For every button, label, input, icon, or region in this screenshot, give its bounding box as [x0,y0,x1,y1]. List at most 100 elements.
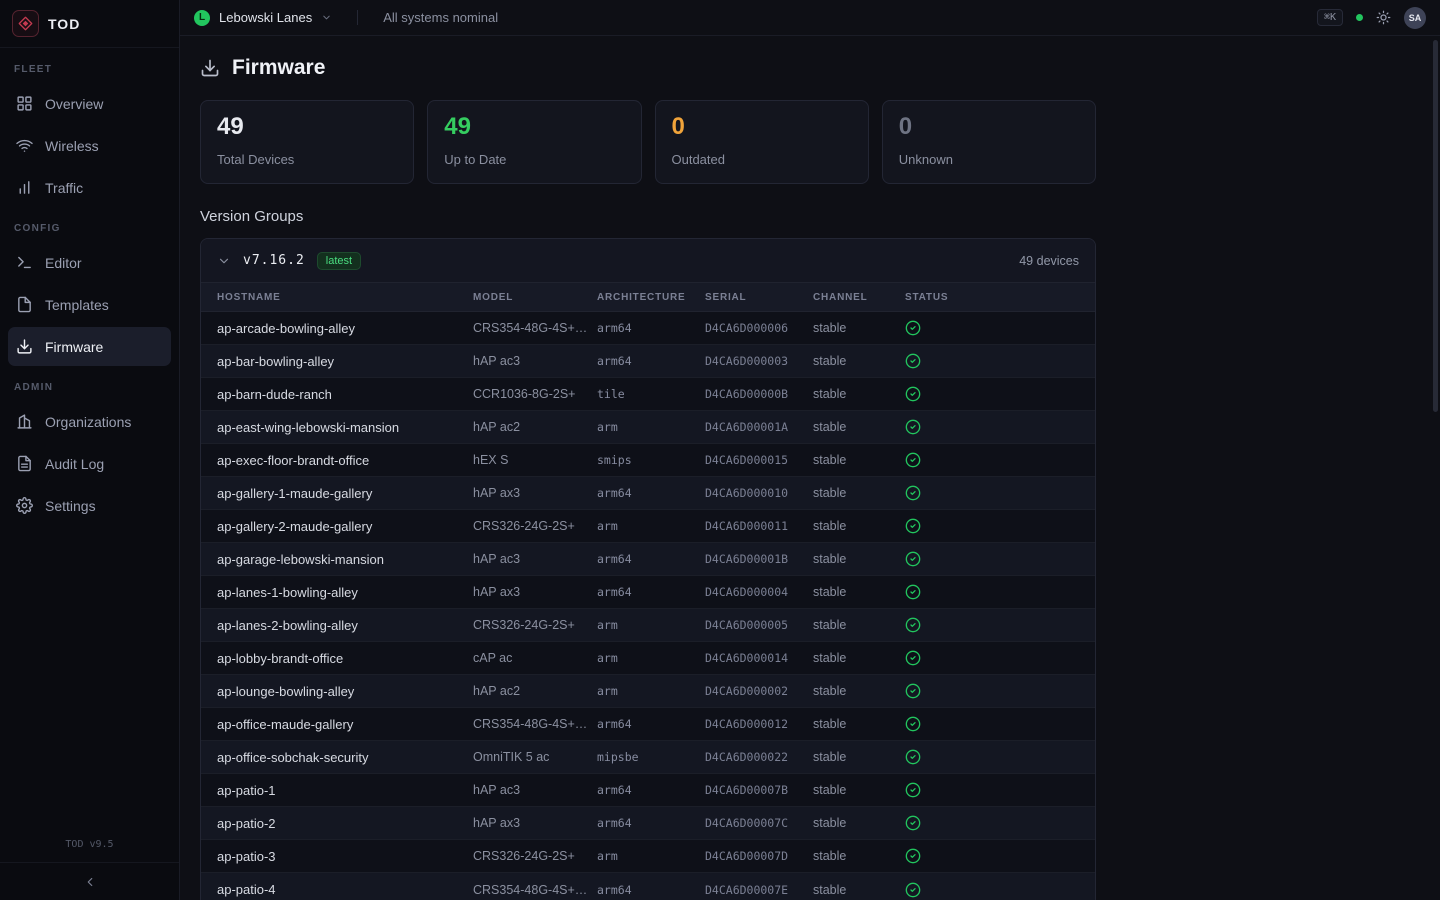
device-status-ok [905,617,1079,633]
device-model: hAP ax3 [473,585,597,599]
device-channel: stable [813,486,905,500]
sidebar-item-firmware[interactable]: Firmware [8,327,171,366]
device-hostname: ap-lanes-1-bowling-alley [217,585,473,600]
device-row[interactable]: ap-barn-dude-ranchCCR1036-8G-2S+tileD4CA… [201,378,1095,411]
chevron-left-icon [83,875,97,889]
device-row[interactable]: ap-office-sobchak-securityOmniTIK 5 acmi… [201,741,1095,774]
device-serial: D4CA6D000014 [705,651,813,665]
device-row[interactable]: ap-exec-floor-brandt-officehEX SsmipsD4C… [201,444,1095,477]
device-model: CRS354-48G-4S+… [473,717,597,731]
theme-toggle-button[interactable] [1376,10,1391,25]
sidebar-item-audit-log[interactable]: Audit Log [8,444,171,483]
download-icon [200,58,220,78]
device-architecture: tile [597,387,705,401]
device-hostname: ap-patio-1 [217,783,473,798]
device-hostname: ap-exec-floor-brandt-office [217,453,473,468]
sun-icon [1376,10,1391,25]
device-architecture: arm64 [597,585,705,599]
stats-row: 49Total Devices49Up to Date0Outdated0Unk… [200,100,1096,184]
sidebar-item-templates[interactable]: Templates [8,285,171,324]
device-row[interactable]: ap-arcade-bowling-alleyCRS354-48G-4S+…ar… [201,312,1095,345]
org-name[interactable]: Lebowski Lanes [219,10,312,25]
scrollbar-thumb[interactable] [1433,40,1438,412]
check-circle-icon [905,782,921,798]
page-content: Firmware 49Total Devices49Up to Date0Out… [180,36,1440,900]
app-root: TOD FLEETOverviewWirelessTrafficCONFIGEd… [0,0,1440,900]
device-model: OmniTIK 5 ac [473,750,597,764]
check-circle-icon [905,518,921,534]
stat-card-unknown: 0Unknown [882,100,1096,184]
device-status-ok [905,650,1079,666]
device-status-ok [905,353,1079,369]
column-header-hostname: HOSTNAME [217,292,473,303]
device-status-ok [905,518,1079,534]
sidebar-item-organizations[interactable]: Organizations [8,402,171,441]
device-model: CRS354-48G-4S+… [473,321,597,335]
check-circle-icon [905,716,921,732]
device-row[interactable]: ap-office-maude-galleryCRS354-48G-4S+…ar… [201,708,1095,741]
sidebar-item-wireless[interactable]: Wireless [8,126,171,165]
device-channel: stable [813,651,905,665]
device-row[interactable]: ap-east-wing-lebowski-mansionhAP ac2armD… [201,411,1095,444]
sidebar-collapse-button[interactable] [0,862,179,900]
device-row[interactable]: ap-lounge-bowling-alleyhAP ac2armD4CA6D0… [201,675,1095,708]
device-serial: D4CA6D000012 [705,717,813,731]
device-row[interactable]: ap-bar-bowling-alleyhAP ac3arm64D4CA6D00… [201,345,1095,378]
sidebar-item-editor[interactable]: Editor [8,243,171,282]
sidebar-item-label: Overview [45,96,103,112]
check-circle-icon [905,452,921,468]
org-avatar: L [194,10,210,26]
sidebar-item-overview[interactable]: Overview [8,84,171,123]
device-model: hAP ac3 [473,783,597,797]
device-architecture: arm [597,684,705,698]
device-count: 49 devices [1019,254,1079,268]
device-hostname: ap-barn-dude-ranch [217,387,473,402]
topbar-right: ⌘K SA [1317,7,1426,29]
command-palette-shortcut[interactable]: ⌘K [1317,9,1343,26]
user-avatar[interactable]: SA [1404,7,1426,29]
sidebar-item-label: Traffic [45,180,83,196]
stat-value: 49 [217,115,397,139]
stat-label: Outdated [672,152,852,167]
sidebar-item-label: Audit Log [45,456,104,472]
device-row[interactable]: ap-patio-1hAP ac3arm64D4CA6D00007Bstable [201,774,1095,807]
device-row[interactable]: ap-lobby-brandt-officecAP acarmD4CA6D000… [201,642,1095,675]
sidebar-item-traffic[interactable]: Traffic [8,168,171,207]
device-table-body: ap-arcade-bowling-alleyCRS354-48G-4S+…ar… [201,312,1095,900]
check-circle-icon [905,617,921,633]
sidebar-item-settings[interactable]: Settings [8,486,171,525]
device-hostname: ap-office-sobchak-security [217,750,473,765]
version-groups-title: Version Groups [200,208,1420,225]
version-group-header[interactable]: v7.16.2 latest 49 devices [201,239,1095,282]
nav-section-label-config: CONFIG [8,223,171,234]
stat-label: Up to Date [444,152,624,167]
terminal-icon [16,254,33,271]
device-row[interactable]: ap-lanes-2-bowling-alleyCRS326-24G-2S+ar… [201,609,1095,642]
device-row[interactable]: ap-gallery-1-maude-galleryhAP ax3arm64D4… [201,477,1095,510]
stat-card-outdated: 0Outdated [655,100,869,184]
device-row[interactable]: ap-lanes-1-bowling-alleyhAP ax3arm64D4CA… [201,576,1095,609]
device-architecture: arm64 [597,321,705,335]
device-row[interactable]: ap-patio-3CRS326-24G-2S+armD4CA6D00007Ds… [201,840,1095,873]
device-row[interactable]: ap-gallery-2-maude-galleryCRS326-24G-2S+… [201,510,1095,543]
device-model: hAP ac3 [473,354,597,368]
device-architecture: arm64 [597,783,705,797]
device-model: hAP ac3 [473,552,597,566]
check-circle-icon [905,848,921,864]
device-model: CRS326-24G-2S+ [473,849,597,863]
firmware-version: v7.16.2 [243,253,305,268]
device-channel: stable [813,750,905,764]
device-serial: D4CA6D00001A [705,420,813,434]
device-architecture: smips [597,453,705,467]
check-circle-icon [905,485,921,501]
device-row[interactable]: ap-patio-2hAP ax3arm64D4CA6D00007Cstable [201,807,1095,840]
device-architecture: arm64 [597,816,705,830]
device-model: cAP ac [473,651,597,665]
device-row[interactable]: ap-garage-lebowski-mansionhAP ac3arm64D4… [201,543,1095,576]
device-model: CRS326-24G-2S+ [473,519,597,533]
device-architecture: arm [597,618,705,632]
system-status-text: All systems nominal [383,10,498,25]
device-status-ok [905,683,1079,699]
device-row[interactable]: ap-patio-4CRS354-48G-4S+…arm64D4CA6D0000… [201,873,1095,900]
org-switcher[interactable] [321,12,332,23]
